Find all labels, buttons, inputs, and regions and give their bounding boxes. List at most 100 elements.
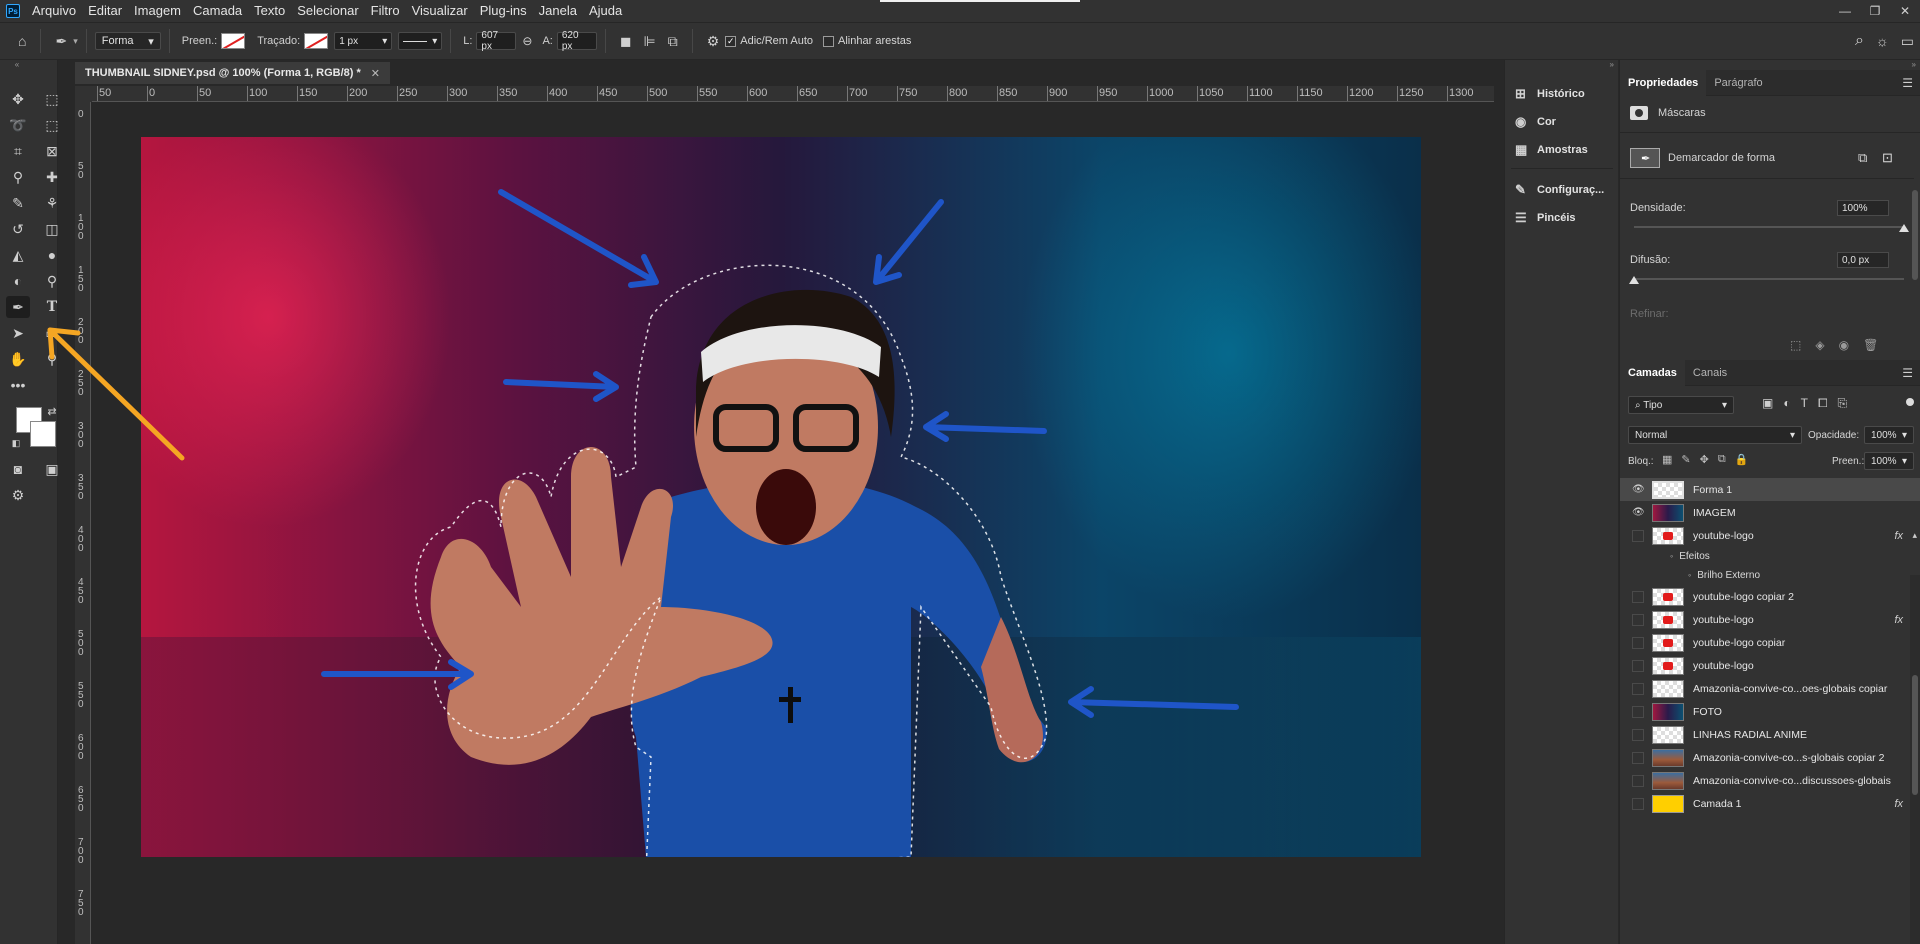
layer-thumbnail[interactable]	[1652, 526, 1684, 545]
type-tool-icon[interactable]: T	[40, 296, 64, 318]
tab-layers[interactable]: Camadas	[1620, 359, 1685, 386]
eraser-tool-icon[interactable]: ◫	[40, 218, 64, 240]
layers-scrollbar[interactable]	[1910, 575, 1920, 944]
layer-filter-select[interactable]: ⌕ Tipo ▾	[1628, 396, 1734, 414]
menu-camada[interactable]: Camada	[187, 0, 248, 22]
layer-thumbnail[interactable]	[1652, 725, 1684, 744]
hand-tool-icon[interactable]: ✋	[6, 348, 30, 370]
layer-thumbnail[interactable]	[1652, 587, 1684, 606]
layer-name[interactable]: youtube-logo	[1693, 530, 1754, 542]
layer-thumbnail[interactable]	[1652, 794, 1684, 813]
width-input[interactable]: 607 px	[476, 30, 517, 52]
layer-row[interactable]: Amazonia-convive-co...s-globais copiar 2	[1620, 746, 1920, 769]
layers-menu-icon[interactable]: ☰	[1902, 366, 1913, 380]
more-tools-icon[interactable]: •••	[6, 374, 30, 396]
eye-icon[interactable]: 👁	[1632, 507, 1646, 518]
layer-row[interactable]: Amazonia-convive-co...discussoes-globais	[1620, 769, 1920, 792]
eye-icon[interactable]: 👁	[1632, 484, 1646, 495]
auto-add-checkbox[interactable]: ✓	[725, 35, 737, 47]
layer-thumbnail[interactable]	[1652, 633, 1684, 652]
layer-row[interactable]: 👁 Forma 1	[1620, 478, 1920, 501]
fill-opacity-input[interactable]: 100% ▾	[1864, 452, 1914, 470]
apply-mask-icon[interactable]: ⊡	[1882, 150, 1893, 166]
feather-slider[interactable]	[1634, 278, 1904, 280]
lock-image-icon[interactable]: ✎	[1681, 453, 1690, 466]
load-selection-icon[interactable]: ⬚	[1790, 338, 1801, 352]
close-tab-icon[interactable]: ✕	[371, 67, 380, 80]
visibility-toggle[interactable]	[1632, 683, 1646, 695]
toggle-mask-eye-icon[interactable]: ◉	[1839, 338, 1849, 352]
align-edges-checkbox[interactable]	[823, 35, 835, 47]
layer-row[interactable]: LINHAS RADIAL ANIME	[1620, 723, 1920, 746]
blend-mode-select[interactable]: Normal ▾	[1628, 426, 1802, 444]
fill-swatch[interactable]	[221, 33, 246, 49]
layer-name[interactable]: youtube-logo	[1693, 660, 1754, 672]
layer-row[interactable]: FOTO	[1620, 700, 1920, 723]
history-panel-button[interactable]: ⊞ Histórico	[1505, 82, 1619, 106]
layer-thumbnail[interactable]	[1652, 480, 1684, 499]
history-brush-tool-icon[interactable]: ↺	[6, 218, 30, 240]
layer-row[interactable]: youtube-logo copiar 2	[1620, 585, 1920, 608]
layer-thumbnail[interactable]	[1652, 610, 1684, 629]
layer-name[interactable]: youtube-logo copiar 2	[1693, 591, 1794, 603]
layer-name[interactable]: Amazonia-convive-co...discussoes-globais	[1693, 775, 1891, 787]
horizontal-ruler[interactable]: 50 0 50 100 150 200 250 300 350 400 450 500 550 600 65…	[92, 86, 1494, 102]
visibility-toggle[interactable]	[1632, 798, 1646, 810]
feather-input[interactable]: 0,0 px	[1837, 252, 1889, 268]
visibility-toggle[interactable]	[1632, 752, 1646, 764]
menu-ajuda[interactable]: Ajuda	[583, 0, 628, 22]
path-arrangement-icon[interactable]: ⧉	[668, 33, 678, 50]
quick-mask-icon[interactable]: ◙	[6, 458, 30, 480]
path-operations-icon[interactable]: ◼	[620, 33, 632, 50]
density-input[interactable]: 100%	[1837, 200, 1889, 216]
menu-imagem[interactable]: Imagem	[128, 0, 187, 22]
clone-stamp-tool-icon[interactable]: ⚘	[40, 192, 64, 214]
shape-mask-row[interactable]: ✒ Demarcador de forma	[1630, 148, 1775, 168]
filter-pixel-icon[interactable]: ▣	[1762, 396, 1773, 411]
frame-tool-icon[interactable]: ⊠	[40, 140, 64, 162]
height-input[interactable]: 620 px	[556, 30, 597, 52]
layer-name[interactable]: youtube-logo	[1693, 614, 1754, 626]
lock-transparency-icon[interactable]: ▦	[1662, 453, 1672, 466]
filter-adjustment-icon[interactable]: ◐	[1783, 396, 1790, 411]
layer-row[interactable]: Camada 1fx▾	[1620, 792, 1920, 815]
zoom-sponge-tool-icon[interactable]: ⚲	[40, 270, 64, 292]
filter-toggle[interactable]	[1906, 398, 1914, 406]
density-slider-knob[interactable]	[1899, 224, 1909, 232]
pen-tool-preset-icon[interactable]: ✒	[55, 33, 67, 50]
menu-visualizar[interactable]: Visualizar	[406, 0, 474, 22]
object-selection-tool-icon[interactable]: ⬚	[40, 114, 64, 136]
delete-mask-icon[interactable]: 🗑	[1863, 338, 1878, 352]
healing-brush-tool-icon[interactable]: ✚	[40, 166, 64, 188]
swatches-panel-button[interactable]: ▦ Amostras	[1505, 138, 1619, 162]
close-icon[interactable]: ✕	[1890, 0, 1920, 22]
visibility-toggle[interactable]	[1632, 660, 1646, 672]
visibility-toggle[interactable]	[1632, 614, 1646, 626]
layer-name[interactable]: Camada 1	[1693, 798, 1741, 810]
restore-icon[interactable]: ❐	[1860, 0, 1890, 22]
tab-channels[interactable]: Canais	[1685, 360, 1735, 386]
search-icon[interactable]: ⌕	[1855, 32, 1864, 50]
feather-slider-knob[interactable]	[1629, 276, 1639, 284]
layer-name[interactable]: Forma 1	[1693, 484, 1732, 496]
background-color-swatch[interactable]	[30, 421, 56, 447]
gear-icon[interactable]: ⚙	[707, 33, 720, 50]
menu-plugins[interactable]: Plug-ins	[474, 0, 533, 22]
dodge-tool-icon[interactable]: ◐	[6, 270, 30, 292]
layer-row[interactable]: youtube-logo	[1620, 654, 1920, 677]
visibility-toggle[interactable]	[1632, 775, 1646, 787]
tool-mode-select[interactable]: Forma ▾	[94, 32, 161, 50]
layer-effects-icon[interactable]: fx	[1894, 530, 1903, 542]
link-icon[interactable]: ⊖	[522, 34, 532, 48]
brush-settings-panel-button[interactable]: ✎ Configuraç...	[1505, 178, 1619, 202]
filter-smart-object-icon[interactable]: ⎘	[1838, 396, 1848, 411]
eye-icon[interactable]: ◦	[1688, 570, 1691, 580]
lock-all-icon[interactable]: 🔒	[1735, 453, 1749, 466]
lock-artboard-icon[interactable]: ⧉	[1718, 453, 1726, 466]
apply-mask-action-icon[interactable]: ◈	[1815, 338, 1824, 352]
layer-thumbnail[interactable]	[1652, 748, 1684, 767]
blur-tool-icon[interactable]: ●	[40, 244, 64, 266]
vertical-ruler[interactable]: 0 5 0 1 0 0 1 5 0 2 0 0 2 5 0 3 0 0 3 5 0 4 0 0 4…	[75, 102, 91, 944]
menu-filtro[interactable]: Filtro	[365, 0, 406, 22]
layer-name[interactable]: Amazonia-convive-co...s-globais copiar 2	[1693, 752, 1884, 764]
